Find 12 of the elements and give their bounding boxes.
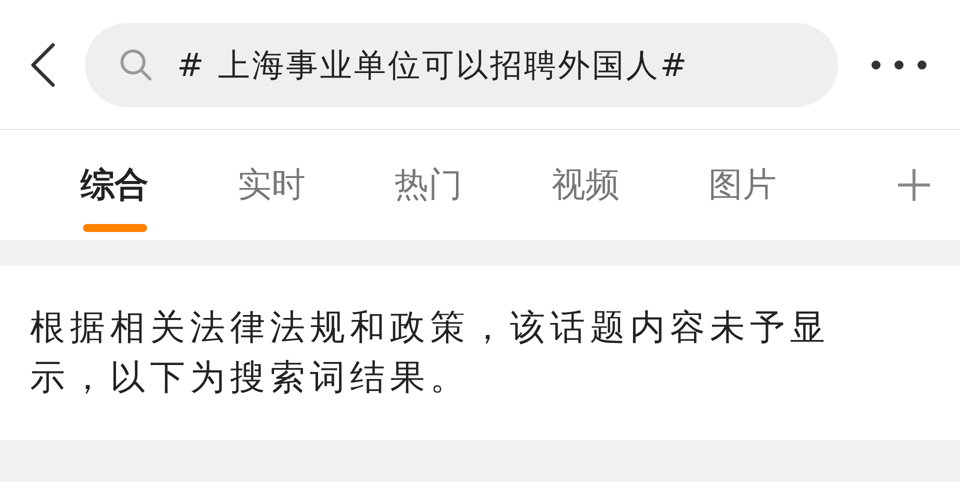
tab[interactable]: 图片: [664, 130, 821, 240]
more-icon: [871, 60, 927, 70]
plus-icon: [896, 167, 932, 203]
tab[interactable]: 实时: [193, 130, 350, 240]
search-field[interactable]: # 上海事业单位可以招聘外国人#: [85, 22, 838, 106]
tab[interactable]: 视频: [507, 130, 664, 240]
tab[interactable]: 综合: [36, 130, 193, 240]
tab-indicator: [82, 224, 146, 232]
tab[interactable]: 热门: [350, 130, 507, 240]
search-icon: [119, 48, 153, 82]
back-icon: [30, 42, 56, 86]
notice-text: 根据相关法律法规和政策，该话题内容未予显示，以下为搜索词结果。: [30, 307, 831, 400]
